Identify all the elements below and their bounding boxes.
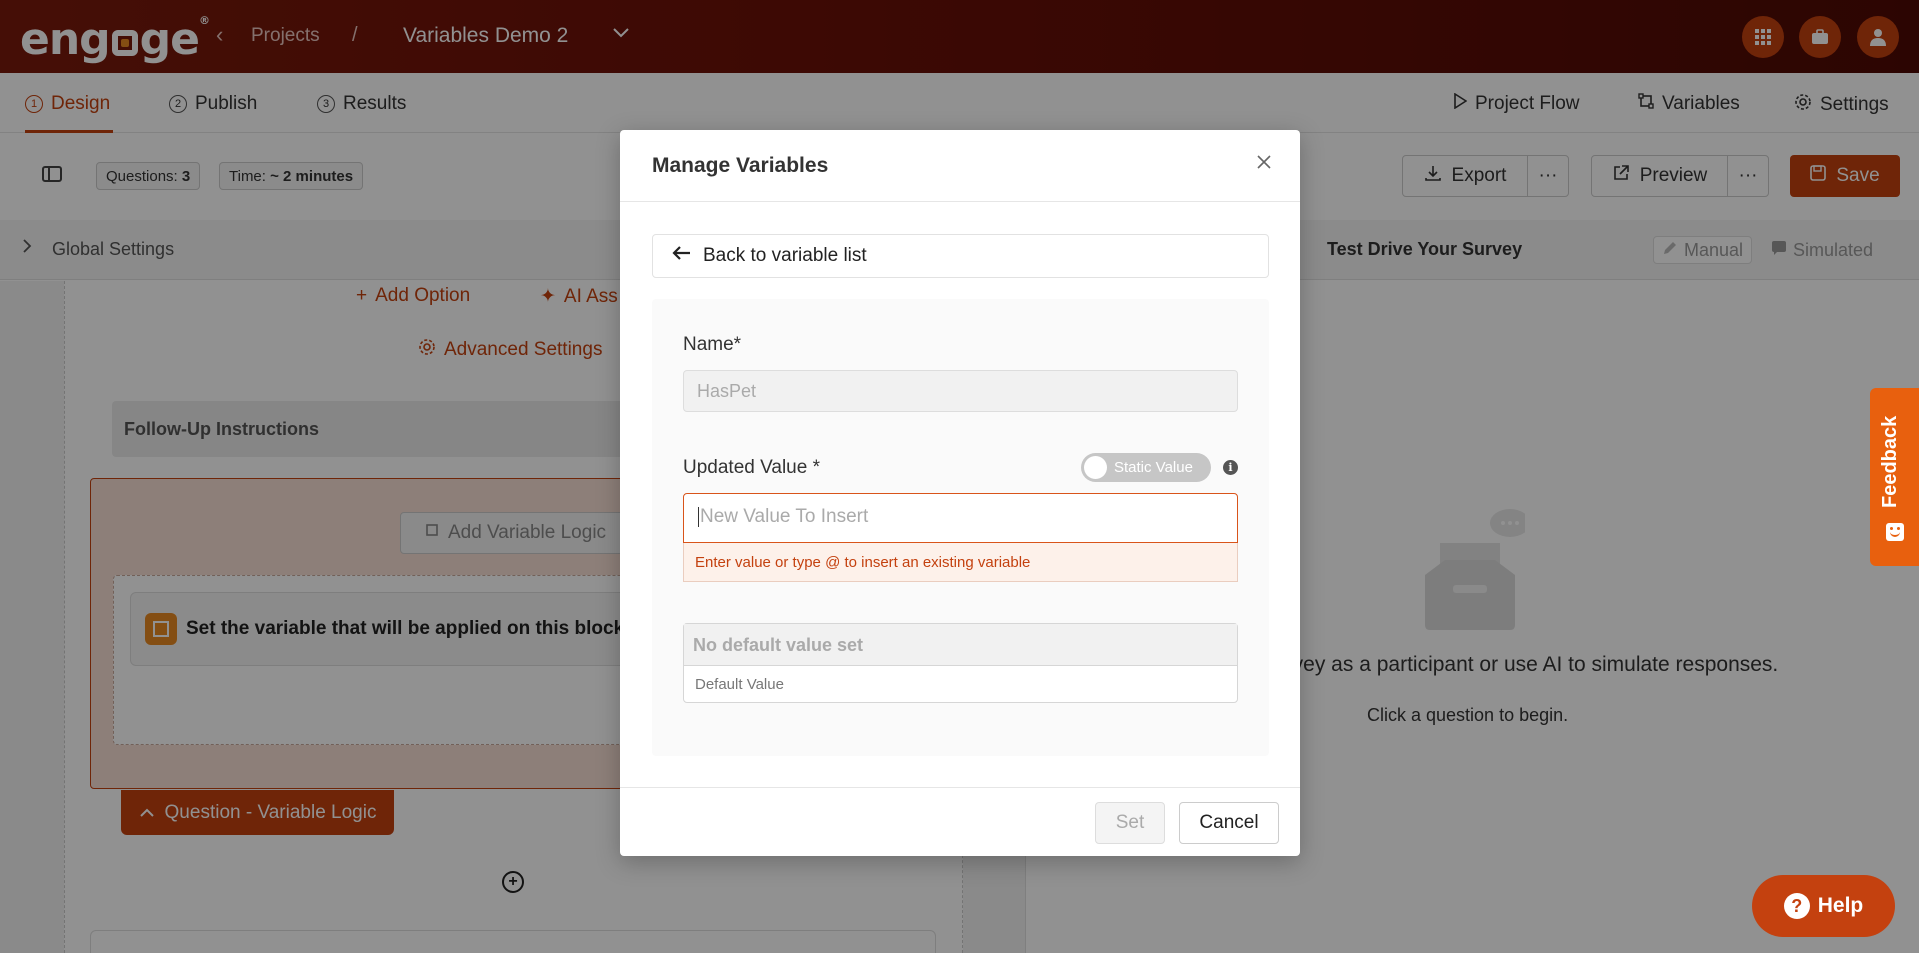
manage-variables-modal: Manage Variables Back to variable list N… [620,130,1300,856]
info-icon[interactable]: i [1223,460,1238,475]
divider [620,787,1300,788]
modal-title: Manage Variables [652,154,829,177]
back-to-variable-list-button[interactable]: Back to variable list [652,234,1269,278]
static-value-toggle[interactable]: Static Value [1081,453,1211,482]
default-value-display: No default value set [684,624,1237,666]
question-mark-icon: ? [1783,893,1810,919]
name-label: Name* [683,334,742,355]
text-caret [698,506,699,527]
arrow-left-icon [671,245,691,267]
updated-value-input[interactable]: New Value To Insert [683,493,1238,543]
smiley-icon [1886,523,1904,541]
toggle-knob [1084,456,1107,479]
default-value-box: No default value set Default Value [683,623,1238,703]
feedback-label: Feedback [1879,415,1901,508]
help-label: Help [1817,894,1864,917]
value-placeholder: New Value To Insert [700,506,869,527]
updated-value-label: Updated Value * [683,457,820,478]
back-label: Back to variable list [703,245,867,266]
default-value-label: Default Value [695,676,784,693]
feedback-tab[interactable]: Feedback [1870,388,1919,566]
help-button[interactable]: ? Help [1752,875,1895,937]
cancel-button[interactable]: Cancel [1179,802,1279,844]
toggle-label: Static Value [1114,459,1193,476]
name-field: HasPet [683,370,1238,412]
divider [620,201,1300,202]
value-hint: Enter value or type @ to insert an exist… [683,543,1238,582]
close-icon[interactable] [1256,151,1272,175]
set-button[interactable]: Set [1095,802,1165,844]
